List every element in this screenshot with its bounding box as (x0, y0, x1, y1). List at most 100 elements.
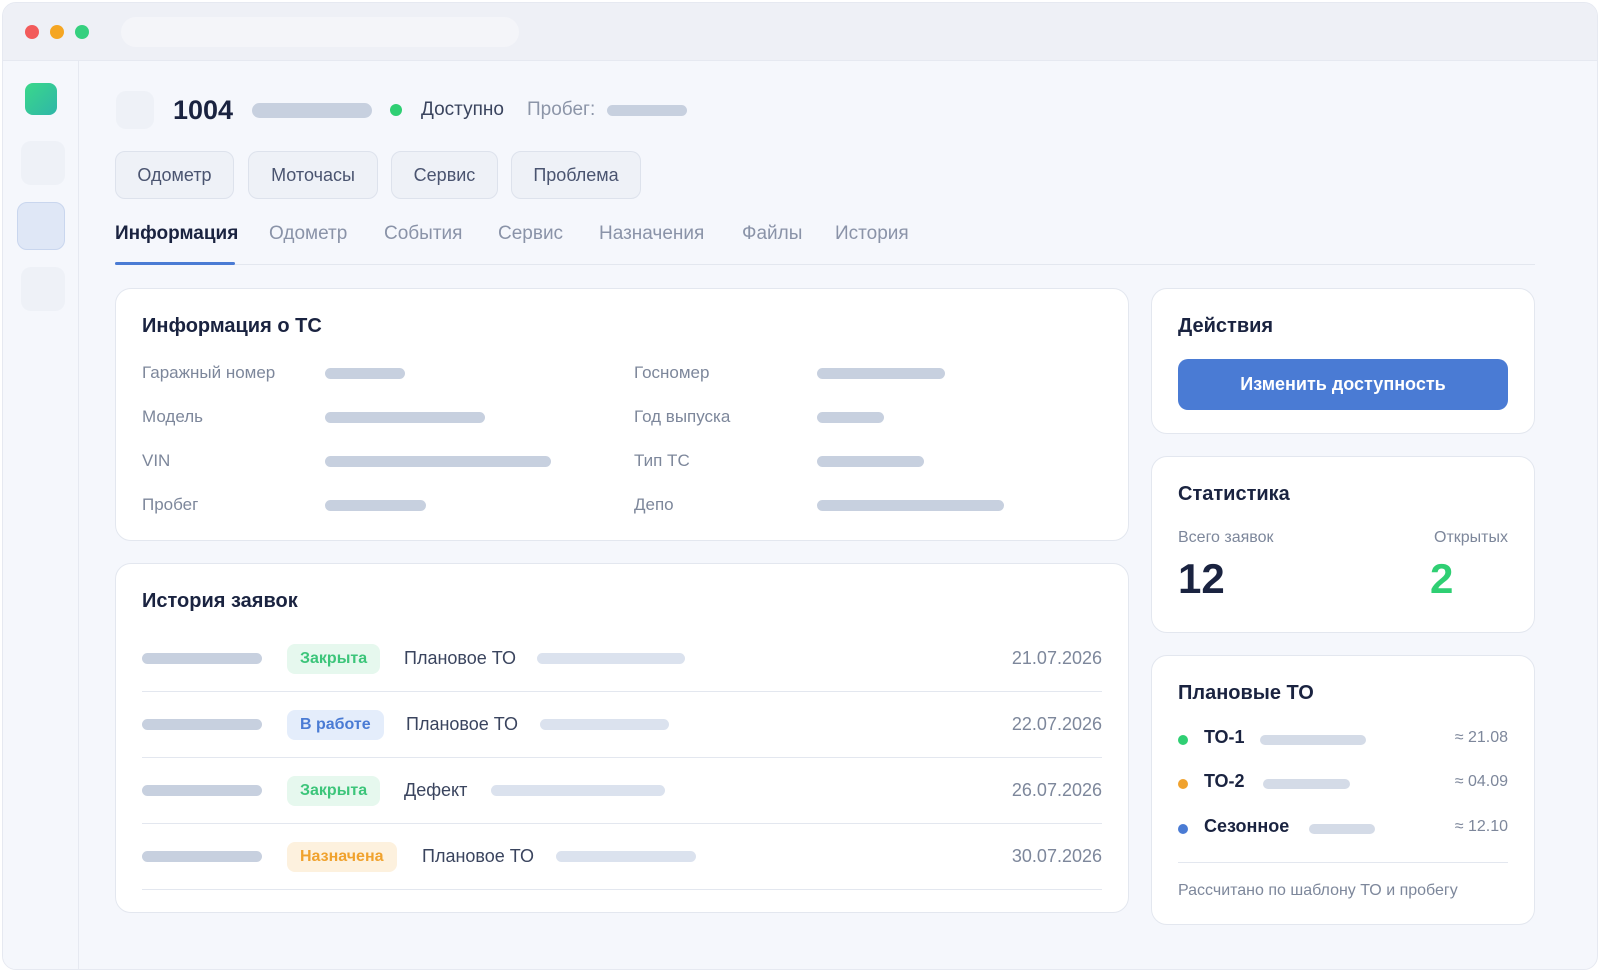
table-row[interactable]: В работе Плановое ТО 22.07.2026 (142, 692, 1102, 758)
status-dot-icon (390, 104, 402, 116)
request-desc-placeholder (540, 719, 669, 730)
depot-value (817, 500, 1004, 511)
actions-card: Действия Изменить доступность (1151, 288, 1535, 434)
mileage-field-value (325, 500, 426, 511)
sidebar-item-vehicles-active[interactable] (17, 202, 65, 250)
green-dot-icon (1178, 735, 1188, 745)
tab-history[interactable]: История (835, 223, 909, 245)
request-date: 21.07.2026 (1011, 648, 1102, 668)
vehicle-info-title: Информация о ТС (142, 315, 322, 337)
maintenance-name: ТО-2 (1204, 771, 1245, 791)
request-id-placeholder (142, 719, 262, 730)
mileage-value-placeholder (607, 105, 687, 116)
request-id-placeholder (142, 851, 262, 862)
status-badge: Закрыта (287, 776, 381, 806)
mileage-label: Пробег: (527, 99, 596, 120)
service-button[interactable]: Сервис (391, 151, 498, 199)
vehicle-id: 1004 (173, 95, 234, 125)
tab-odometer[interactable]: Одометр (269, 223, 347, 245)
request-desc-placeholder (537, 653, 685, 664)
actions-title: Действия (1178, 315, 1274, 337)
open-requests-label: Открытых (1434, 529, 1508, 546)
request-history-card: История заявок Закрыта Плановое ТО 21.07… (115, 563, 1129, 913)
maintenance-date: ≈ 12.10 (1454, 818, 1508, 835)
request-type: Плановое ТО (422, 846, 534, 866)
divider (1178, 862, 1508, 863)
garage-number-label: Гаражный номер (142, 363, 276, 382)
planned-note: Рассчитано по шаблону ТО и пробегу (1178, 882, 1458, 899)
request-history-title: История заявок (142, 590, 298, 612)
vehicle-icon (116, 91, 154, 129)
tab-files[interactable]: Файлы (742, 223, 802, 245)
address-bar[interactable] (121, 17, 519, 47)
tab-events[interactable]: События (384, 223, 462, 245)
tab-assignments[interactable]: Назначения (599, 223, 704, 245)
sidebar-item-1[interactable] (21, 141, 65, 185)
sidebar-item-3[interactable] (21, 267, 65, 311)
list-item[interactable]: ТО-2 ≈ 04.09 (1178, 768, 1508, 798)
sidebar (3, 61, 79, 969)
statistics-card: Статистика Всего заявок 12 Открытых 2 (1151, 456, 1535, 633)
request-id-placeholder (142, 785, 262, 796)
request-date: 26.07.2026 (1011, 780, 1102, 800)
total-requests-value: 12 (1178, 555, 1225, 602)
maintenance-name: Сезонное (1204, 816, 1290, 836)
engine-hours-button[interactable]: Моточасы (248, 151, 378, 199)
maintenance-progress-placeholder (1263, 779, 1350, 789)
vin-value (325, 456, 551, 467)
mileage-field-label: Пробег (142, 495, 199, 514)
maintenance-progress-placeholder (1309, 824, 1375, 834)
vin-label: VIN (142, 451, 171, 470)
vehicle-info-card: Информация о ТС Гаражный номер Модель VI… (115, 288, 1129, 541)
title-bar (3, 3, 1597, 61)
tab-info[interactable]: Информация (115, 223, 238, 245)
request-id-placeholder (142, 653, 262, 664)
main-content: 1004 Доступно Пробег: Одометр Моточасы С… (80, 61, 1597, 969)
blue-dot-icon (1178, 824, 1188, 834)
minimize-window-button[interactable] (50, 25, 64, 39)
status-badge: Закрыта (287, 644, 381, 674)
total-requests-label: Всего заявок (1178, 529, 1274, 546)
change-availability-button[interactable]: Изменить доступность (1178, 359, 1508, 410)
maintenance-name: ТО-1 (1204, 727, 1245, 747)
maintenance-date: ≈ 04.09 (1454, 773, 1508, 790)
model-value (325, 412, 485, 423)
depot-label: Депо (634, 495, 674, 514)
status-badge: В работе (287, 710, 384, 740)
app-logo-icon[interactable] (25, 83, 57, 115)
tab-service[interactable]: Сервис (498, 223, 563, 245)
open-requests-value: 2 (1430, 555, 1454, 602)
maintenance-date: ≈ 21.08 (1454, 729, 1508, 746)
table-row[interactable]: Закрыта Плановое ТО 21.07.2026 (142, 626, 1102, 692)
request-desc-placeholder (556, 851, 696, 862)
request-desc-placeholder (491, 785, 665, 796)
vehicle-type-value (817, 456, 924, 467)
app-window: 1004 Доступно Пробег: Одометр Моточасы С… (2, 2, 1598, 970)
year-label: Год выпуска (634, 407, 731, 426)
list-item[interactable]: Сезонное ≈ 12.10 (1178, 813, 1508, 843)
request-type: Плановое ТО (404, 648, 516, 668)
maximize-window-button[interactable] (75, 25, 89, 39)
plate-number-value (817, 368, 945, 379)
year-value (817, 412, 884, 423)
odometer-button[interactable]: Одометр (115, 151, 234, 199)
list-item[interactable]: ТО-1 ≈ 21.08 (1178, 724, 1508, 754)
maintenance-progress-placeholder (1260, 735, 1366, 745)
status-text: Доступно (421, 99, 504, 120)
close-window-button[interactable] (25, 25, 39, 39)
statistics-title: Статистика (1178, 483, 1290, 505)
vehicle-type-label: Тип ТС (634, 451, 690, 470)
orange-dot-icon (1178, 779, 1188, 789)
plate-number-label: Госномер (634, 363, 710, 382)
request-date: 22.07.2026 (1011, 714, 1102, 734)
vehicle-name-placeholder (252, 103, 372, 118)
request-type: Дефект (404, 780, 468, 800)
table-row[interactable]: Назначена Плановое ТО 30.07.2026 (142, 824, 1102, 890)
table-row[interactable]: Закрыта Дефект 26.07.2026 (142, 758, 1102, 824)
garage-number-value (325, 368, 405, 379)
planned-maintenance-title: Плановые ТО (1178, 682, 1314, 704)
request-date: 30.07.2026 (1011, 846, 1102, 866)
problem-button[interactable]: Проблема (511, 151, 641, 199)
request-type: Плановое ТО (406, 714, 518, 734)
status-badge: Назначена (287, 842, 397, 872)
